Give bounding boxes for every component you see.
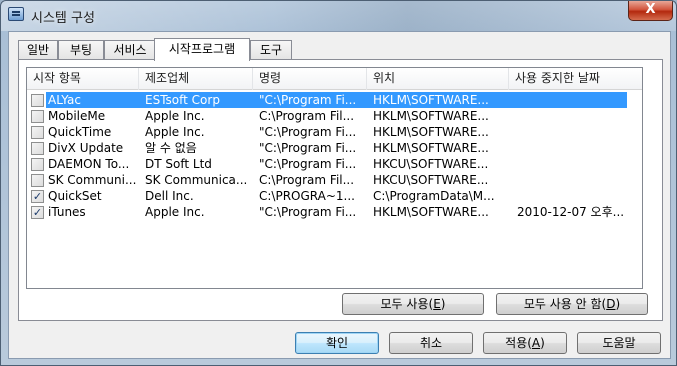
column-header-startup-item[interactable]: 시작 항목 [27, 68, 139, 90]
cell-location: HKCU\SOFTWARE... [373, 157, 489, 171]
title-bar[interactable]: 시스템 구성 X [1, 1, 676, 31]
tab-startup[interactable]: 시작프로그램 [154, 38, 250, 61]
tab-tools[interactable]: 도구 [250, 40, 292, 60]
startup-item-row[interactable]: DAEMON To... DT Soft Ltd "C:\Program Fi...… [27, 156, 642, 172]
enable-all-button[interactable]: 모두 사용(E) [342, 293, 484, 315]
disable-all-label: 모두 사용 안 함( [523, 297, 607, 311]
enabled-checkbox[interactable] [31, 110, 44, 123]
cell-command: C:\Program Fil... [259, 109, 355, 123]
cell-command: C:\Program Fil... [259, 173, 355, 187]
enable-all-label-end: ) [440, 297, 446, 311]
cell-manufacturer: Dell Inc. [145, 189, 194, 203]
system-configuration-window: 시스템 구성 X 일반 부팅 서비스 시작프로그램 도구 시작 항목 제조업체 … [0, 0, 677, 366]
enabled-checkbox[interactable] [31, 158, 44, 171]
cell-startup-item: DAEMON To... [48, 157, 130, 171]
cancel-button[interactable]: 취소 [389, 332, 473, 354]
cell-startup-item: MobileMe [48, 109, 106, 123]
startup-item-row[interactable]: DivX Update 알 수 없음 "C:\Program Fi... HKLM\S… [27, 140, 642, 156]
enable-all-label: 모두 사용( [380, 297, 434, 311]
dialog-client-area: 일반 부팅 서비스 시작프로그램 도구 시작 항목 제조업체 명령 위치 사용 … [8, 31, 671, 359]
apply-label: 적용( [505, 336, 532, 350]
column-header-command[interactable]: 명령 [253, 68, 367, 90]
cell-command: "C:\Program Fi... [259, 125, 357, 139]
cell-location: HKLM\SOFTWARE... [373, 109, 489, 123]
enabled-checkbox-checked[interactable]: ✓ [31, 206, 44, 219]
cell-location: HKLM\SOFTWARE... [373, 93, 489, 107]
cell-command: C:\PROGRA~1... [259, 189, 355, 203]
cell-date-disabled [517, 156, 627, 172]
column-header-location[interactable]: 위치 [367, 68, 509, 90]
cell-date-disabled [517, 140, 627, 156]
cell-command: "C:\Program Fi... [259, 157, 357, 171]
cell-date-disabled [517, 108, 627, 124]
tab-boot[interactable]: 부팅 [58, 40, 104, 60]
disable-all-label-end: ) [615, 297, 621, 311]
cell-manufacturer: ESTsoft Corp [145, 93, 220, 107]
cell-command: "C:\Program Fi... [259, 93, 357, 107]
column-header-manufacturer[interactable]: 제조업체 [139, 68, 253, 90]
help-button[interactable]: 도움말 [577, 332, 661, 354]
enabled-checkbox[interactable] [31, 126, 44, 139]
cell-manufacturer: Apple Inc. [145, 125, 205, 139]
cell-startup-item: QuickTime [48, 125, 112, 139]
cell-manufacturer: DT Soft Ltd [145, 157, 212, 171]
enabled-checkbox[interactable] [31, 94, 44, 107]
enable-all-accesskey: E [433, 297, 441, 311]
cell-command: "C:\Program Fi... [259, 205, 357, 219]
cell-manufacturer: 알 수 없음 [145, 141, 197, 155]
cell-date-disabled [517, 92, 627, 108]
apply-accesskey: A [531, 336, 541, 350]
cell-manufacturer: Apple Inc. [145, 109, 205, 123]
cell-location: HKLM\SOFTWARE... [373, 125, 489, 139]
window-title: 시스템 구성 [31, 11, 95, 26]
apply-label-end: ) [540, 336, 545, 350]
cell-date-disabled [517, 188, 627, 204]
cell-startup-item: DivX Update [48, 141, 124, 155]
startup-item-row[interactable]: QuickTime Apple Inc. "C:\Program Fi... HKLM… [27, 124, 642, 140]
cell-manufacturer: Apple Inc. [145, 205, 205, 219]
cell-location: HKCU\SOFTWARE... [373, 173, 489, 187]
cell-startup-item: iTunes [48, 205, 86, 219]
ok-button[interactable]: 확인 [295, 332, 379, 354]
list-header: 시작 항목 제조업체 명령 위치 사용 중지한 날짜 [27, 68, 642, 90]
close-button[interactable]: X [628, 1, 673, 21]
enabled-checkbox[interactable] [31, 174, 44, 187]
startup-item-row[interactable]: ✓ iTunes Apple Inc. "C:\Program Fi... HKLM\S… [27, 204, 642, 220]
enabled-checkbox-checked[interactable]: ✓ [31, 190, 44, 203]
column-header-date-disabled[interactable]: 사용 중지한 날짜 [509, 68, 642, 90]
disable-all-button[interactable]: 모두 사용 안 함(D) [496, 293, 648, 315]
msconfig-app-icon [8, 7, 24, 21]
cell-location: C:\ProgramData\M... [373, 189, 495, 203]
cell-date-disabled [517, 124, 627, 140]
startup-items-list[interactable]: 시작 항목 제조업체 명령 위치 사용 중지한 날짜 ALYac ESTsoft … [26, 67, 643, 289]
apply-button[interactable]: 적용(A) [483, 332, 567, 354]
enabled-checkbox[interactable] [31, 142, 44, 155]
cell-date-disabled [517, 172, 627, 188]
startup-item-row[interactable]: ✓ QuickSet Dell Inc. C:\PROGRA~1... C:\Progr… [27, 188, 642, 204]
startup-item-row[interactable]: SK Communi... SK Communica... C:\Program F… [27, 172, 642, 188]
startup-item-row[interactable]: ALYac ESTsoft Corp "C:\Program Fi... HKLM\S… [27, 92, 642, 108]
cell-manufacturer: SK Communica... [145, 173, 248, 187]
tab-general[interactable]: 일반 [18, 40, 58, 60]
tab-services[interactable]: 서비스 [104, 40, 156, 60]
cell-startup-item: ALYac [48, 93, 81, 107]
cell-startup-item: QuickSet [48, 189, 102, 203]
cell-startup-item: SK Communi... [48, 173, 137, 187]
startup-item-row[interactable]: MobileMe Apple Inc. C:\Program Fil... HKLM\… [27, 108, 642, 124]
cell-command: "C:\Program Fi... [259, 141, 357, 155]
cell-date-disabled: 2010-12-07 오후... [517, 205, 625, 219]
cell-location: HKLM\SOFTWARE... [373, 205, 489, 219]
cell-location: HKLM\SOFTWARE... [373, 141, 489, 155]
